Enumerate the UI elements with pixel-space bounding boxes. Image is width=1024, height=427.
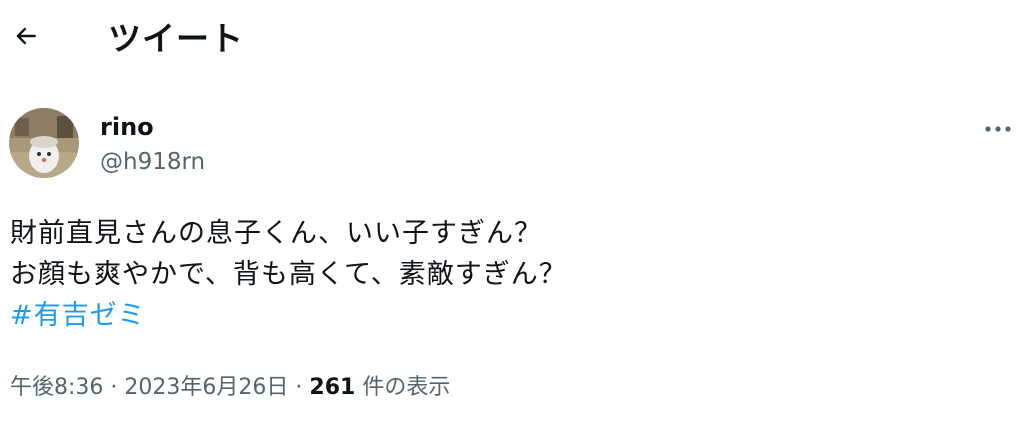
author-display-name[interactable]: rino — [100, 112, 154, 142]
meta-separator: · — [295, 375, 303, 400]
tweet-text-line: 財前直見さんの息子くん、いい子すぎん？ — [10, 218, 542, 249]
views-label: 件の表示 — [362, 375, 451, 400]
avatar[interactable] — [9, 108, 79, 178]
more-options-button[interactable] — [976, 112, 1020, 142]
page-title: ツイート — [108, 19, 244, 58]
tweet-time[interactable]: 午後8:36 — [10, 375, 103, 400]
meta-separator: · — [110, 375, 118, 400]
tweet-date[interactable]: 2023年6月26日 — [124, 375, 288, 400]
tweet-meta: 午後8:36 · 2023年6月26日 · 261 件の表示 — [10, 373, 450, 403]
arrow-left-icon — [13, 23, 39, 53]
back-button[interactable] — [6, 18, 46, 58]
author-handle[interactable]: @h918rn — [100, 147, 205, 177]
tweet-text-line: お顔も爽やかで、背も高くて、素敵すぎん？ — [10, 259, 567, 290]
tweet-text: 財前直見さんの息子くん、いい子すぎん？ お顔も爽やかで、背も高くて、素敵すぎん？… — [10, 213, 1000, 336]
more-horizontal-icon — [984, 118, 1012, 137]
views-count: 261 — [309, 375, 356, 400]
hashtag-link[interactable]: #有吉ゼミ — [10, 295, 1000, 336]
page-header: ツイート — [0, 0, 1024, 82]
